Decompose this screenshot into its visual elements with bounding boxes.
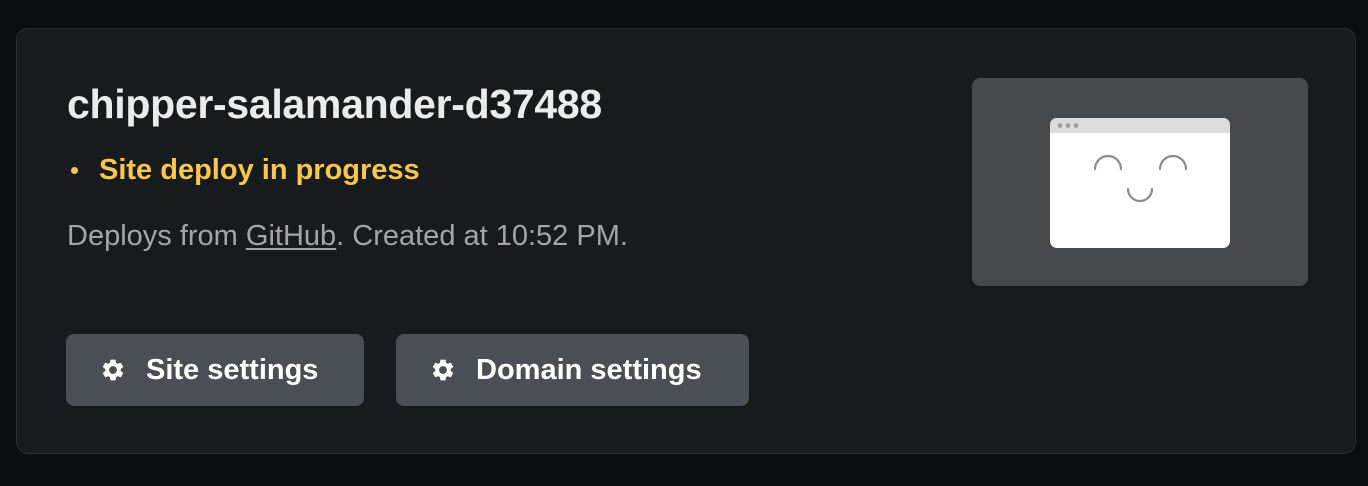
domain-settings-button[interactable]: Domain settings [396,334,749,406]
status-dot-icon [71,167,78,174]
site-preview-thumbnail[interactable] [972,78,1308,286]
site-name[interactable]: chipper-salamander-d37488 [67,81,602,128]
meta-prefix: Deploys from [67,220,246,252]
github-link[interactable]: GitHub [246,220,336,252]
deploy-status-label: Site deploy in progress [99,154,420,186]
site-settings-label: Site settings [146,353,319,386]
site-meta: Deploys from GitHub. Created at 10:52 PM… [67,220,628,253]
gear-icon [100,357,126,383]
meta-suffix: . Created at 10:52 PM. [336,220,628,252]
deploy-status: Site deploy in progress [67,154,420,187]
gear-icon [430,357,456,383]
site-card: chipper-salamander-d37488 Site deploy in… [16,28,1356,454]
site-settings-button[interactable]: Site settings [66,334,364,406]
smiling-browser-window-icon [1050,118,1230,248]
domain-settings-label: Domain settings [476,353,702,386]
